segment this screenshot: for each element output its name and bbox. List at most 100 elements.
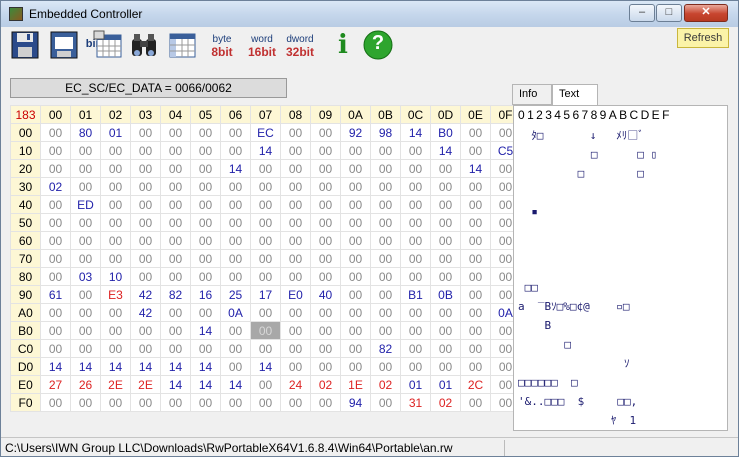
hex-cell[interactable]: 00 xyxy=(130,339,161,358)
hex-cell[interactable]: 00 xyxy=(130,213,161,232)
hex-cell[interactable]: 1E xyxy=(340,375,371,394)
hex-cell[interactable]: 00 xyxy=(40,213,71,232)
hex-cell[interactable]: 0B xyxy=(430,285,461,304)
hex-cell[interactable]: 00 xyxy=(310,231,341,250)
hex-cell[interactable]: 01 xyxy=(430,375,461,394)
hex-cell[interactable]: 00 xyxy=(460,123,491,142)
hex-cell[interactable]: 00 xyxy=(220,339,251,358)
hex-cell[interactable]: 00 xyxy=(340,177,371,196)
hex-cell[interactable]: 00 xyxy=(250,249,281,268)
hex-cell[interactable]: 00 xyxy=(220,321,251,340)
hex-cell[interactable]: 00 xyxy=(310,357,341,376)
hex-cell[interactable]: 80 xyxy=(70,123,101,142)
hex-cell[interactable]: 00 xyxy=(310,213,341,232)
hex-cell[interactable]: 00 xyxy=(220,177,251,196)
hex-cell[interactable]: 17 xyxy=(250,285,281,304)
hex-cell[interactable]: 00 xyxy=(70,159,101,178)
hex-cell[interactable]: 00 xyxy=(430,177,461,196)
hex-cell[interactable]: 14 xyxy=(460,159,491,178)
hex-cell[interactable]: 00 xyxy=(250,195,281,214)
hex-cell[interactable]: 00 xyxy=(130,195,161,214)
hex-cell[interactable]: 00 xyxy=(190,231,221,250)
hex-cell[interactable]: 14 xyxy=(130,357,161,376)
hex-cell[interactable]: 00 xyxy=(250,159,281,178)
hex-cell[interactable]: 00 xyxy=(160,339,191,358)
hex-cell[interactable]: 14 xyxy=(190,375,221,394)
hex-cell[interactable]: 00 xyxy=(40,231,71,250)
hex-cell[interactable]: 98 xyxy=(370,123,401,142)
hex-cell[interactable]: 14 xyxy=(250,141,281,160)
hex-cell[interactable]: 01 xyxy=(100,123,131,142)
hex-cell[interactable]: 00 xyxy=(100,213,131,232)
hex-cell[interactable]: 00 xyxy=(100,141,131,160)
hex-cell[interactable]: 00 xyxy=(100,231,131,250)
hex-cell[interactable]: 82 xyxy=(160,285,191,304)
hex-cell[interactable]: 00 xyxy=(310,393,341,412)
info-icon[interactable]: i xyxy=(328,29,358,61)
hex-cell[interactable]: 00 xyxy=(40,321,71,340)
hex-cell[interactable]: 00 xyxy=(100,177,131,196)
hex-cell[interactable]: 14 xyxy=(220,159,251,178)
hex-cell[interactable]: 00 xyxy=(370,141,401,160)
hex-cell[interactable]: 00 xyxy=(370,393,401,412)
hex-cell[interactable]: 01 xyxy=(400,375,431,394)
hex-cell[interactable]: 00 xyxy=(280,303,311,322)
hex-cell[interactable]: 14 xyxy=(70,357,101,376)
hex-cell[interactable]: 00 xyxy=(310,141,341,160)
hex-cell[interactable]: 00 xyxy=(100,339,131,358)
hex-cell[interactable]: 14 xyxy=(250,357,281,376)
hex-cell[interactable]: 00 xyxy=(70,141,101,160)
hex-cell[interactable]: 00 xyxy=(40,195,71,214)
hex-cell[interactable]: 00 xyxy=(250,393,281,412)
hex-cell[interactable]: 00 xyxy=(340,213,371,232)
hex-cell[interactable]: 00 xyxy=(370,357,401,376)
hex-cell[interactable]: 00 xyxy=(460,321,491,340)
hex-cell[interactable]: 24 xyxy=(280,375,311,394)
hex-cell[interactable]: 00 xyxy=(40,249,71,268)
hex-cell[interactable]: 00 xyxy=(250,267,281,286)
hex-cell[interactable]: 00 xyxy=(280,357,311,376)
hex-cell[interactable]: 00 xyxy=(310,195,341,214)
hex-cell[interactable]: 00 xyxy=(340,339,371,358)
hex-cell[interactable]: 00 xyxy=(340,321,371,340)
hex-cell[interactable]: 00 xyxy=(400,303,431,322)
hex-cell[interactable]: 00 xyxy=(220,141,251,160)
hex-cell[interactable]: 00 xyxy=(340,249,371,268)
hex-cell[interactable]: 00 xyxy=(100,249,131,268)
hex-cell[interactable]: 00 xyxy=(460,357,491,376)
hex-cell[interactable]: 00 xyxy=(40,141,71,160)
hex-cell[interactable]: 00 xyxy=(70,213,101,232)
hex-cell[interactable]: ED xyxy=(70,195,101,214)
hex-cell[interactable]: 00 xyxy=(280,159,311,178)
hex-cell[interactable]: 14 xyxy=(100,357,131,376)
hex-cell[interactable]: 00 xyxy=(430,321,461,340)
hex-cell[interactable]: 00 xyxy=(400,213,431,232)
hex-cell[interactable]: 00 xyxy=(160,393,191,412)
hex-cell[interactable]: 00 xyxy=(160,267,191,286)
hex-cell[interactable]: 00 xyxy=(310,159,341,178)
hex-cell[interactable]: 00 xyxy=(40,123,71,142)
hex-cell[interactable]: 00 xyxy=(430,357,461,376)
dword-32bit-button[interactable]: dword 32bit xyxy=(284,29,314,61)
hex-cell[interactable]: 00 xyxy=(430,249,461,268)
hex-cell[interactable]: 00 xyxy=(400,195,431,214)
hex-cell[interactable]: 00 xyxy=(280,249,311,268)
hex-cell[interactable]: 27 xyxy=(40,375,71,394)
hex-cell[interactable]: 00 xyxy=(280,195,311,214)
hex-cell[interactable]: 00 xyxy=(310,303,341,322)
hex-cell[interactable]: 00 xyxy=(280,141,311,160)
hex-cell[interactable]: 00 xyxy=(280,177,311,196)
hex-cell[interactable]: 00 xyxy=(130,141,161,160)
hex-cell[interactable]: 00 xyxy=(190,159,221,178)
hex-cell[interactable]: 00 xyxy=(460,339,491,358)
hex-cell[interactable]: 00 xyxy=(190,393,221,412)
hex-cell[interactable]: 00 xyxy=(280,393,311,412)
hex-cell[interactable]: 00 xyxy=(250,321,281,340)
help-icon[interactable]: ? xyxy=(362,29,393,61)
hex-cell[interactable]: 02 xyxy=(370,375,401,394)
hex-cell[interactable]: 00 xyxy=(460,303,491,322)
hex-cell[interactable]: 00 xyxy=(430,339,461,358)
hex-cell[interactable]: 16 xyxy=(190,285,221,304)
hex-cell[interactable]: 00 xyxy=(370,159,401,178)
hex-cell[interactable]: 00 xyxy=(190,123,221,142)
